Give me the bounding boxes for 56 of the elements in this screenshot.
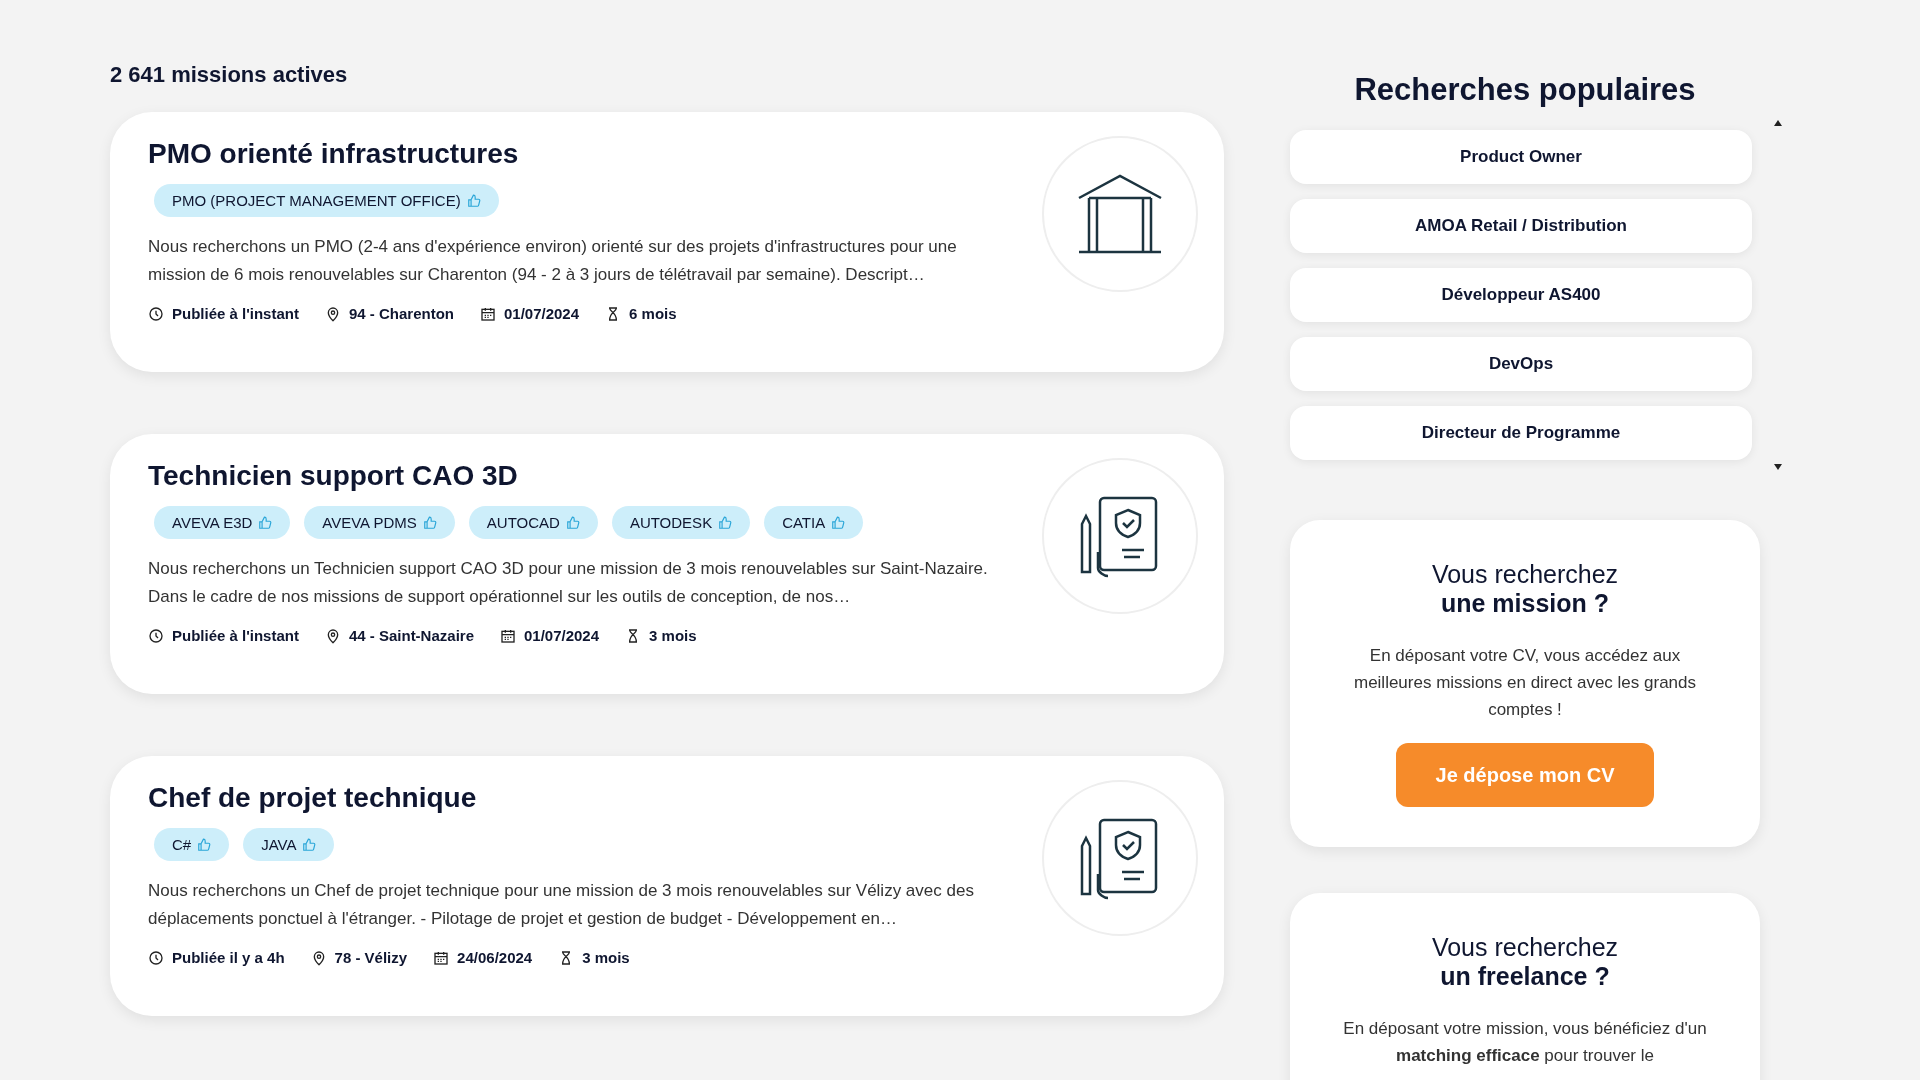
published-time: Publiée à l'instant [172,627,299,644]
skill-tag[interactable]: AUTODESK [611,506,751,539]
promo-text: En déposant votre CV, vous accédez aux meilleures missions en direct avec les grands comptes ! [1352,645,1697,721]
thumbs-up-icon [718,515,733,530]
results-count: 2 641 missions actives [110,62,349,88]
clock-icon [148,305,164,322]
garage-icon [1077,174,1163,254]
mission-title[interactable]: Chef de projet technique [148,782,1008,814]
location: 44 - Saint-Nazaire [348,627,474,644]
scroll-up-icon[interactable] [1774,120,1782,126]
thumbs-up-icon [565,515,580,530]
thumbs-up-icon [422,515,437,530]
popular-search-link[interactable]: Développeur AS400 [1290,268,1752,322]
calendar-icon [479,305,496,322]
skill-tag[interactable]: JAVA [243,828,335,861]
skill-tag[interactable]: AVEVA PDMS [304,506,455,539]
calendar-icon [433,949,450,966]
popular-search-link[interactable]: AMOA Retail / Distribution [1290,199,1752,253]
mission-description: Nous recherchons un Technicien support CAO 3D pour une mission de 3 mois renouvelables sur Saint-Nazaire. Dans le cadre de nos missions de support opérationnel sur les outils de conception, de nos… [148,558,989,608]
clock-icon [148,627,164,644]
mission-description: Nous recherchons un PMO (2-4 ans d'expérience environ) orienté sur des projets d'infrastructures pour une mission de 6 mois renouvelables sur Charenton (94 - 2 à 3 jours de télétravail par semaine). Descript… [148,236,958,286]
thumbs-up-icon [302,837,317,852]
duration: 6 mois [629,305,677,322]
mission-description: Nous recherchons un Chef de projet technique pour une mission de 3 mois renouvelables sur Vélizy avec des déplacements ponctuel à l'étranger. - Pilotage de projet et gestion de budget - Développement en… [148,880,975,930]
start-date: 24/06/2024 [457,949,533,966]
thumbs-up-icon [831,515,846,530]
popular-search-link[interactable]: Directeur de Programme [1290,406,1752,460]
skill-tag[interactable]: C# [154,828,230,861]
clock-icon [148,949,164,966]
promo-title: Vous recherchez [1431,933,1619,962]
mission-title[interactable]: PMO orienté infrastructures [148,138,1008,170]
duration: 3 mois [582,949,630,966]
published-time: Publiée à l'instant [172,305,299,322]
duration: 3 mois [649,627,697,644]
skill-tag[interactable]: AVEVA E3D [154,506,291,539]
scroll-down-icon[interactable] [1774,464,1782,470]
published-time: Publiée il y a 4h [172,949,285,966]
thumbs-up-icon [197,837,212,852]
promo-title: Vous recherchez [1431,560,1619,589]
skill-tag[interactable]: PMO (PROJECT MANAGEMENT OFFICE) [154,184,499,217]
section-heading: Recherches populaires [1353,72,1697,108]
promo-subtitle: une mission ? [1440,589,1610,618]
thumbs-up-icon [258,515,273,530]
popular-search-link[interactable]: DevOps [1290,337,1752,391]
location: 94 - Charenton [348,305,454,322]
thumbs-up-icon [466,193,481,208]
start-date: 01/07/2024 [503,305,580,322]
calendar-icon [500,627,516,644]
skill-tag[interactable]: AUTOCAD [468,506,598,539]
popular-search-link[interactable]: Product Owner [1290,130,1752,184]
start-date: 01/07/2024 [524,627,600,644]
location: 78 - Vélizy [334,949,408,966]
mission-title[interactable]: Technicien support CAO 3D [148,460,1008,492]
skill-tag[interactable]: CATIA [764,506,864,539]
promo-text: En déposant votre mission, vous bénéficiez d'un matching efficace pour trouver le [1342,1018,1708,1067]
promo-subtitle: un freelance ? [1440,962,1610,991]
